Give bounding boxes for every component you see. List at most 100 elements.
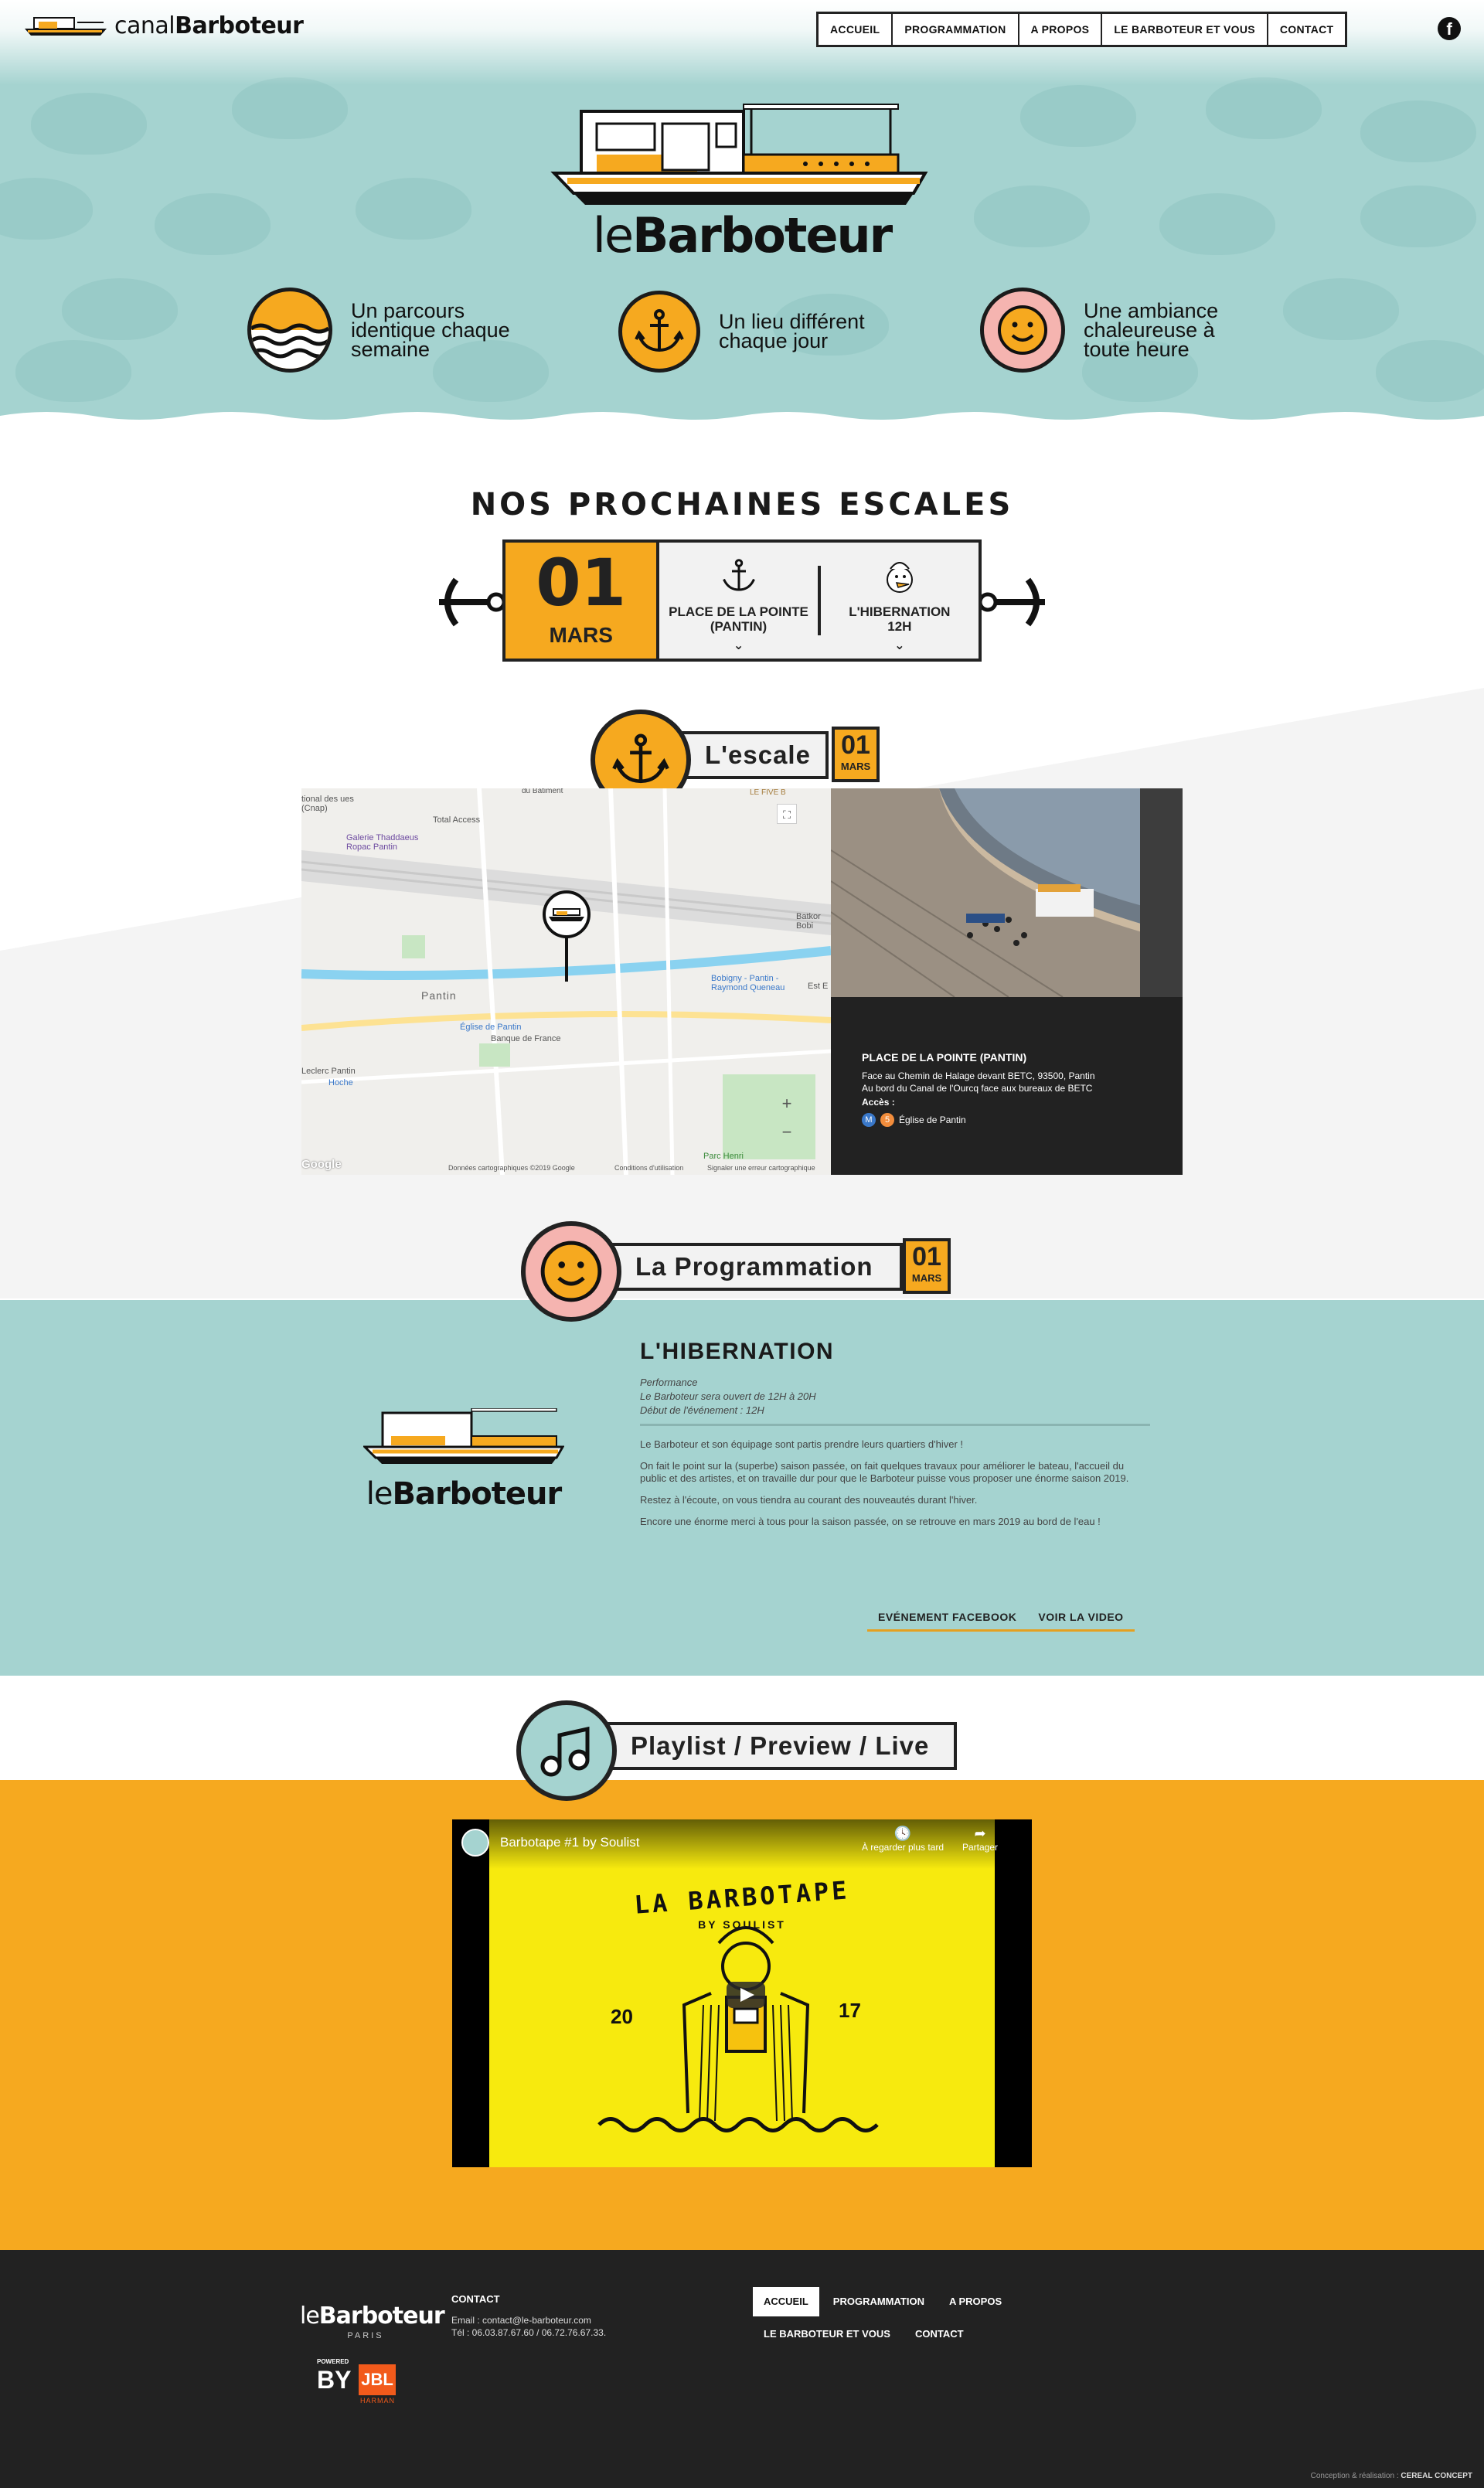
fullscreen-icon[interactable]: ⛶ [777,804,797,824]
page: canalBarboteur ACCUEIL PROGRAMMATION A P… [0,0,1484,2488]
footer-email[interactable]: Email : contact@le-barboteur.com [451,2315,591,2326]
chevron-down-icon: ⌄ [894,639,905,652]
prev-arrow-icon[interactable] [433,575,510,629]
map-label: LE FIVE B [750,788,786,797]
footer-nav-accueil[interactable]: ACCUEIL [753,2287,819,2316]
clock-icon: 🕓 [893,1826,912,1841]
boat-illustration-icon [550,104,928,205]
location-map[interactable]: Pantin Église de Pantin Banque de France… [301,788,831,1175]
video-player[interactable]: LA BARBOTAPE BY SOULIST 20 17 Barbotape … [452,1819,1032,2167]
facebook-icon[interactable]: f [1438,17,1461,40]
anchor-icon [659,556,817,595]
escale-day: 01 [536,545,627,621]
share-icon: ➦ [974,1826,986,1841]
footer-credit-name[interactable]: CEREAL CONCEPT [1401,2472,1472,2480]
watch-video-link[interactable]: VOIR LA VIDEO [1027,1606,1135,1632]
pattern-shape [31,93,147,155]
location-info: PLACE DE LA POINTE (PANTIN) Face au Chem… [831,997,1183,1175]
map-label: Banque de France [491,1034,561,1043]
location-line: Au bord du Canal de l'Ourcq face aux bur… [862,1083,1093,1094]
hero-logo-text: leBarboteur [592,207,893,264]
footer-phone: Tél : 06.03.87.67.60 / 06.72.76.67.33. [451,2327,607,2338]
next-arrow-icon[interactable] [974,575,1051,629]
map-copyright: Données cartographiques ©2019 Google [448,1164,575,1172]
footer-contact-title: CONTACT [451,2293,500,2305]
feature-lieu: Un lieu différent chaque jour [618,291,889,373]
location-title: PLACE DE LA POINTE (PANTIN) [862,1051,1027,1064]
metro-icon: M [862,1113,876,1127]
smiley-icon [980,288,1065,373]
wave-divider [0,412,1484,439]
programmation-section-date: 01 MARS [903,1238,951,1294]
channel-avatar[interactable] [461,1829,489,1857]
playlist-section-header: Playlist / Preview / Live [516,1700,965,1801]
nav-item-programmation[interactable]: PROGRAMMATION [893,14,1019,45]
footer-nav-programmation[interactable]: PROGRAMMATION [822,2287,935,2316]
pattern-shape [0,178,93,240]
share-button[interactable]: ➦ Partager [953,1826,1007,1853]
escale-event-text: L'HIBERNATION [849,604,951,619]
map-pin-icon[interactable] [541,889,592,982]
music-note-icon [516,1700,617,1801]
nav-item-accueil[interactable]: ACCUEIL [819,14,893,45]
programmation-logo-text: leBarboteur [366,1476,563,1512]
art-year-right: 17 [839,1999,861,2022]
escale-event[interactable]: L'HIBERNATION 12H ⌄ [821,543,979,659]
map-label: du Bâtiment [522,788,563,795]
zoom-out-button[interactable]: − [777,1122,797,1142]
line-5-icon: 5 [880,1113,894,1127]
map-label: Parc Henri [703,1152,744,1161]
feature-text: Une ambiance chaleureuse à toute heure [1084,298,1219,361]
map-label: Total Access [433,815,481,825]
event-links: EVÉNEMENT FACEBOOK VOIR LA VIDEO [867,1606,1135,1632]
zoom-in-button[interactable]: + [777,1094,797,1114]
event-type: Performance [640,1377,698,1388]
footer: leBarboteur PARIS POWERED BY JBL HARMAN … [0,2250,1484,2488]
footer-credit: Conception & réalisation : CEREAL CONCEP… [1310,2472,1472,2480]
escale-place-text: PLACE DE LA POINTE (PANTIN) [669,604,808,634]
watch-later-button[interactable]: 🕓 À regarder plus tard [860,1826,945,1853]
video-thumbnail [452,1819,1032,2167]
brand-text: canalBarboteur [114,12,304,39]
location-line: Face au Chemin de Halage devant BETC, 93… [862,1070,1095,1081]
jbl-badge: POWERED BY JBL HARMAN [317,2358,396,2405]
event-paragraph: On fait le point sur la (superbe) saison… [640,1460,1129,1484]
footer-nav-row: LE BARBOTEUR ET VOUS CONTACT [753,2320,975,2349]
pattern-shape [1020,85,1136,147]
escale-date: 01 MARS [505,543,660,659]
location-photo [831,788,1183,997]
footer-logo[interactable]: leBarboteur [300,2303,445,2330]
pattern-shape [62,278,178,340]
chevron-down-icon: ⌄ [733,639,744,652]
map-label: tional des ues (Cnap) [301,795,354,813]
feature-ambiance: Une ambiance chaleureuse à toute heure [980,288,1238,373]
escale-place[interactable]: PLACE DE LA POINTE (PANTIN) ⌄ [659,543,817,659]
facebook-event-link[interactable]: EVÉNEMENT FACEBOOK [867,1606,1028,1632]
escale-card[interactable]: 01 MARS PLACE DE LA POINTE (PANTIN) ⌄ L'… [502,539,982,662]
map-report-link[interactable]: Signaler une erreur cartographique [707,1164,815,1172]
pattern-shape [356,178,471,240]
event-details: L'HIBERNATION Performance Le Barboteur s… [640,1339,1150,1537]
map-label: Galerie Thaddaeus Ropac Pantin [346,833,419,852]
pattern-shape [1360,100,1476,162]
google-logo: Google [301,1158,342,1171]
map-label: Hoche [328,1078,353,1087]
map-terms-link[interactable]: Conditions d'utilisation [614,1164,683,1172]
map-label: Bobigny - Pantin - Raymond Queneau [711,974,785,992]
map-label: Pantin [421,989,457,1002]
art-year-left: 20 [611,2005,633,2028]
nav-item-a-propos[interactable]: A PROPOS [1019,14,1103,45]
video-title[interactable]: Barbotape #1 by Soulist [500,1835,640,1850]
nav-item-contact[interactable]: CONTACT [1268,14,1346,45]
footer-nav-contact[interactable]: CONTACT [904,2320,975,2349]
programmation-section: leBarboteur L'HIBERNATION Performance Le… [0,1300,1484,1676]
duck-mascot-icon [821,556,979,595]
nav-item-le-barboteur-et-vous[interactable]: LE BARBOTEUR ET VOUS [1102,14,1268,45]
brand[interactable]: canalBarboteur [23,12,304,39]
access-row: M 5 Église de Pantin [862,1113,1183,1127]
footer-nav-le-barboteur-et-vous[interactable]: LE BARBOTEUR ET VOUS [753,2320,901,2349]
footer-nav-a-propos[interactable]: A PROPOS [938,2287,1013,2316]
pattern-shape [1159,193,1275,255]
anchor-icon [618,291,700,373]
event-start: Début de l'événement : 12H [640,1404,764,1416]
